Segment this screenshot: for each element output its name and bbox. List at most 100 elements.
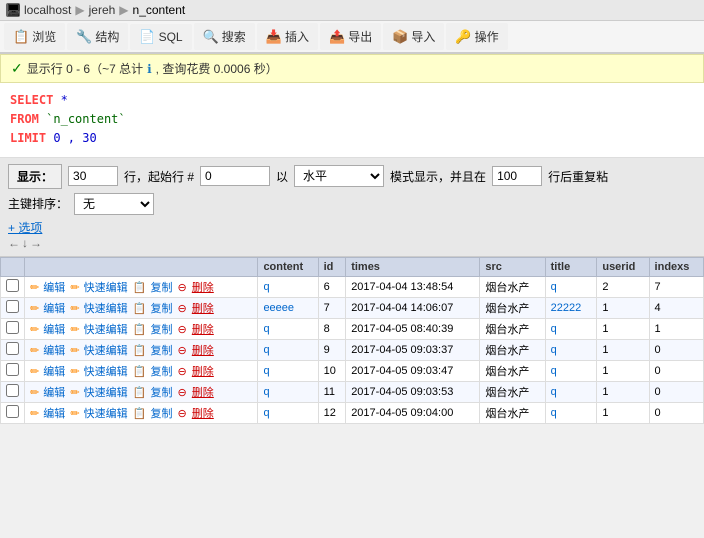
delete-link[interactable]: 删除 <box>190 408 216 420</box>
col-header-title[interactable]: title <box>545 257 597 276</box>
row-checkbox[interactable] <box>6 342 19 355</box>
quick-edit-icon[interactable]: ✏ <box>70 282 79 294</box>
start-row-input[interactable] <box>200 166 270 186</box>
sql-icon: 📄 <box>139 29 155 45</box>
quick-edit-link[interactable]: 快速编辑 <box>84 282 128 294</box>
edit-link[interactable]: 编辑 <box>43 387 65 399</box>
copy-link[interactable]: 复制 <box>150 345 172 357</box>
quick-edit-icon[interactable]: ✏ <box>70 345 79 357</box>
cell-src: 烟台水产 <box>480 318 545 339</box>
copy-icon[interactable]: 📋 <box>133 303 147 315</box>
col-header-userid[interactable]: userid <box>597 257 649 276</box>
breadcrumb-db[interactable]: jereh <box>89 3 116 17</box>
col-header-times[interactable]: times <box>346 257 480 276</box>
cell-title-link[interactable]: q <box>551 281 557 293</box>
copy-icon[interactable]: 📋 <box>133 387 147 399</box>
rows-per-page-input[interactable] <box>68 166 118 186</box>
sort-select[interactable]: 无 ASC DESC <box>74 193 154 215</box>
edit-link[interactable]: 编辑 <box>43 324 65 336</box>
delete-link[interactable]: 删除 <box>190 282 216 294</box>
sql-limit-values: 0 , 30 <box>53 131 96 145</box>
edit-pencil-icon[interactable]: ✏ <box>30 387 39 399</box>
row-checkbox[interactable] <box>6 279 19 292</box>
edit-pencil-icon[interactable]: ✏ <box>30 408 39 420</box>
row-checkbox[interactable] <box>6 363 19 376</box>
edit-pencil-icon[interactable]: ✏ <box>30 303 39 315</box>
quick-edit-icon[interactable]: ✏ <box>70 324 79 336</box>
arrow-left[interactable]: ← <box>8 236 20 250</box>
copy-link[interactable]: 复制 <box>150 324 172 336</box>
cell-content-link[interactable]: q <box>263 386 269 398</box>
arrow-right[interactable]: → <box>30 236 42 250</box>
quick-edit-link[interactable]: 快速编辑 <box>84 345 128 357</box>
tab-browse[interactable]: 📋 浏览 <box>4 23 65 50</box>
row-checkbox[interactable] <box>6 321 19 334</box>
quick-edit-link[interactable]: 快速编辑 <box>84 324 128 336</box>
copy-icon[interactable]: 📋 <box>133 282 147 294</box>
tab-operations[interactable]: 🔑 操作 <box>446 23 507 50</box>
col-header-src[interactable]: src <box>480 257 545 276</box>
edit-link[interactable]: 编辑 <box>43 345 65 357</box>
display-button[interactable]: 显示： <box>8 164 62 189</box>
edit-link[interactable]: 编辑 <box>43 366 65 378</box>
row-checkbox[interactable] <box>6 384 19 397</box>
quick-edit-link[interactable]: 快速编辑 <box>84 408 128 420</box>
row-checkbox[interactable] <box>6 300 19 313</box>
copy-link[interactable]: 复制 <box>150 282 172 294</box>
edit-pencil-icon[interactable]: ✏ <box>30 282 39 294</box>
cell-content-link[interactable]: q <box>263 407 269 419</box>
copy-icon[interactable]: 📋 <box>133 366 147 378</box>
copy-icon[interactable]: 📋 <box>133 324 147 336</box>
edit-pencil-icon[interactable]: ✏ <box>30 345 39 357</box>
row-checkbox[interactable] <box>6 405 19 418</box>
tab-sql[interactable]: 📄 SQL <box>130 24 191 50</box>
delete-link[interactable]: 删除 <box>190 387 216 399</box>
options-link[interactable]: + 选项 <box>8 221 42 235</box>
tab-insert[interactable]: 📥 插入 <box>257 23 318 50</box>
mode-select[interactable]: 水平 垂直 <box>294 165 384 187</box>
cell-content-link[interactable]: q <box>263 281 269 293</box>
delete-link[interactable]: 删除 <box>190 345 216 357</box>
cell-title-link[interactable]: q <box>551 323 557 335</box>
copy-link[interactable]: 复制 <box>150 303 172 315</box>
cell-content-link[interactable]: q <box>263 344 269 356</box>
col-header-id[interactable]: id <box>318 257 346 276</box>
edit-pencil-icon[interactable]: ✏ <box>30 324 39 336</box>
copy-link[interactable]: 复制 <box>150 366 172 378</box>
cell-title-link[interactable]: q <box>551 344 557 356</box>
quick-edit-link[interactable]: 快速编辑 <box>84 303 128 315</box>
cell-title-link[interactable]: 22222 <box>551 302 582 314</box>
cell-content-link[interactable]: eeeee <box>263 302 294 314</box>
quick-edit-icon[interactable]: ✏ <box>70 366 79 378</box>
cell-title-link[interactable]: q <box>551 365 557 377</box>
copy-icon[interactable]: 📋 <box>133 408 147 420</box>
edit-link[interactable]: 编辑 <box>43 282 65 294</box>
col-header-content[interactable]: content <box>258 257 318 276</box>
edit-pencil-icon[interactable]: ✏ <box>30 366 39 378</box>
copy-icon[interactable]: 📋 <box>133 345 147 357</box>
quick-edit-link[interactable]: 快速编辑 <box>84 366 128 378</box>
quick-edit-icon[interactable]: ✏ <box>70 303 79 315</box>
delete-link[interactable]: 删除 <box>190 303 216 315</box>
edit-link[interactable]: 编辑 <box>43 408 65 420</box>
tab-search[interactable]: 🔍 搜索 <box>194 23 255 50</box>
cell-content-link[interactable]: q <box>263 323 269 335</box>
tab-structure[interactable]: 🔧 结构 <box>67 23 128 50</box>
edit-link[interactable]: 编辑 <box>43 303 65 315</box>
tab-export[interactable]: 📤 导出 <box>320 23 381 50</box>
cell-content-link[interactable]: q <box>263 365 269 377</box>
delete-link[interactable]: 删除 <box>190 366 216 378</box>
cell-title-link[interactable]: q <box>551 386 557 398</box>
repeat-rows-input[interactable] <box>492 166 542 186</box>
cell-title-link[interactable]: q <box>551 407 557 419</box>
col-header-indexs[interactable]: indexs <box>649 257 703 276</box>
copy-link[interactable]: 复制 <box>150 387 172 399</box>
quick-edit-link[interactable]: 快速编辑 <box>84 387 128 399</box>
copy-link[interactable]: 复制 <box>150 408 172 420</box>
arrow-down[interactable]: ↓ <box>22 236 28 250</box>
breadcrumb-server[interactable]: localhost <box>24 3 71 17</box>
delete-link[interactable]: 删除 <box>190 324 216 336</box>
quick-edit-icon[interactable]: ✏ <box>70 408 79 420</box>
tab-import[interactable]: 📦 导入 <box>383 23 444 50</box>
quick-edit-icon[interactable]: ✏ <box>70 387 79 399</box>
